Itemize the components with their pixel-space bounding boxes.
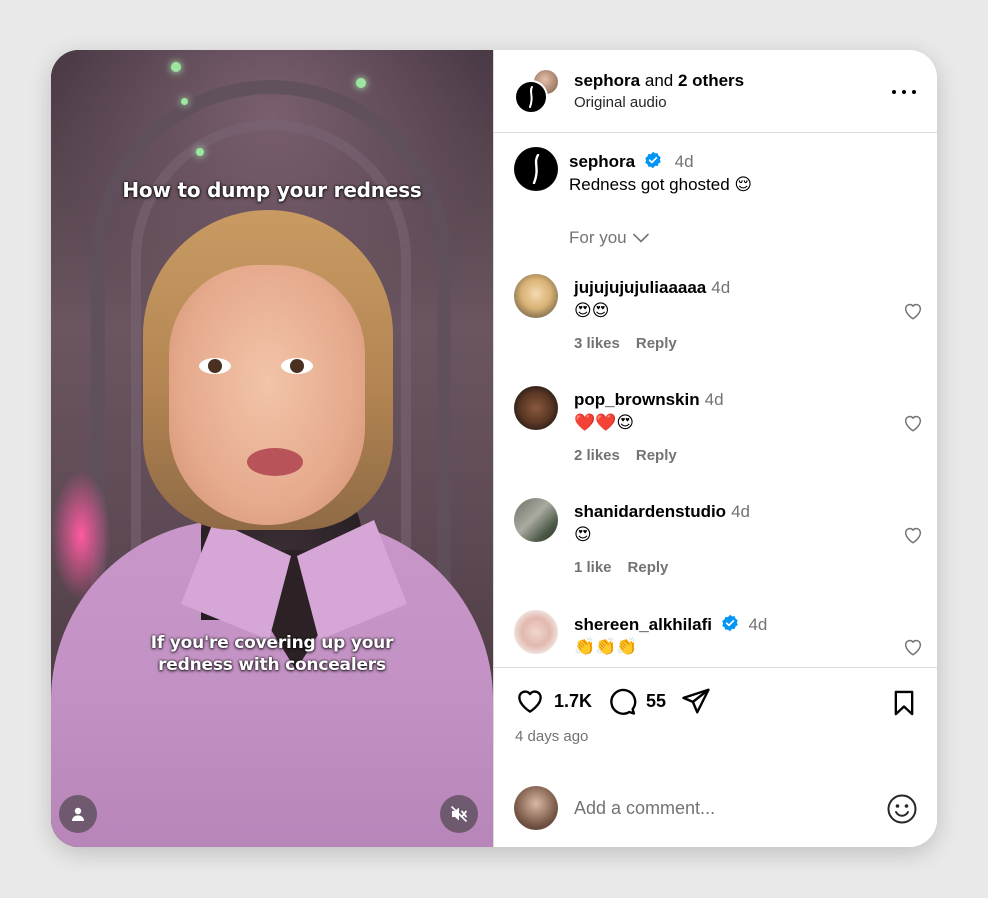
reply-button[interactable]: Reply: [636, 335, 677, 352]
chevron-down-icon: [632, 233, 649, 243]
light-decor: [196, 148, 204, 156]
user-icon: [72, 807, 84, 821]
paper-plane-icon[interactable]: [680, 686, 712, 716]
commenter-avatar[interactable]: [514, 386, 558, 430]
reply-button[interactable]: Reply: [636, 447, 677, 464]
comment-item: shanidardenstudio 4d 😍 1 like Reply: [514, 498, 924, 598]
post-author-username[interactable]: sephora: [569, 152, 635, 171]
comment-sort-label: For you: [569, 228, 627, 247]
comment-text: 👏👏👏: [574, 637, 638, 656]
comment-time: 4d: [748, 615, 768, 634]
commenter-username[interactable]: shanidardenstudio: [574, 502, 726, 521]
add-comment-bar: [514, 786, 918, 830]
sephora-logo-icon: [529, 86, 533, 108]
header-others-link[interactable]: 2 others: [678, 71, 744, 90]
heart-icon[interactable]: [902, 300, 924, 322]
light-decor: [171, 62, 181, 72]
comment-item: jujujujujuliaaaaa 4d 😍😍 3 likes Reply: [514, 274, 924, 374]
commenter-avatar[interactable]: [514, 498, 558, 542]
commenter-avatar[interactable]: [514, 274, 558, 318]
comment-item: shereen_alkhilafi 4d 👏👏👏: [514, 610, 924, 667]
comment-likes[interactable]: 3 likes: [574, 335, 620, 352]
light-decor: [181, 98, 188, 105]
collab-avatars[interactable]: [514, 68, 560, 114]
post-modal: How to dump your redness If you're cover…: [51, 50, 937, 847]
more-dots-icon-dot: [902, 90, 906, 94]
comment-text: 😍😍: [574, 301, 610, 320]
comment-sort-dropdown[interactable]: For you: [569, 228, 649, 248]
comment-likes[interactable]: 2 likes: [574, 447, 620, 464]
light-decor: [356, 78, 366, 88]
current-user-avatar[interactable]: [514, 786, 558, 830]
tagged-users-button[interactable]: [59, 795, 97, 833]
person-mouth: [247, 448, 303, 476]
person-eye-right: [281, 358, 313, 374]
commenter-avatar[interactable]: [514, 610, 558, 654]
post-author-avatar[interactable]: [514, 147, 558, 191]
emoji-smile-icon[interactable]: [886, 793, 918, 825]
sephora-avatar: [514, 80, 548, 114]
comment-text: ❤️❤️😍: [574, 413, 635, 432]
post-time: 4d: [674, 152, 694, 171]
video-caption-bottom: If you're covering up your redness with …: [150, 633, 394, 675]
header-account-name[interactable]: sephora: [574, 71, 640, 90]
post-details-panel: sephora and 2 others Original audio seph…: [493, 50, 937, 847]
comment-bubble-icon[interactable]: [606, 686, 638, 716]
comment-item: pop_brownskin 4d ❤️❤️😍 2 likes Reply: [514, 386, 924, 486]
heart-icon[interactable]: [514, 686, 546, 716]
more-dots-icon-dot: [912, 90, 916, 94]
person-eye-left: [199, 358, 231, 374]
comment-text: 😍: [574, 525, 592, 544]
heart-icon[interactable]: [902, 412, 924, 434]
person-face: [169, 265, 365, 525]
comment-time: 4d: [704, 390, 724, 409]
commenter-username[interactable]: pop_brownskin: [574, 390, 700, 409]
comment-time: 4d: [711, 278, 731, 297]
comment-time: 4d: [731, 502, 750, 521]
post-actions: 1.7K 55 4 days ago: [494, 667, 937, 847]
comment-input[interactable]: [574, 792, 864, 824]
bookmark-icon[interactable]: [890, 688, 918, 718]
commenter-username[interactable]: jujujujujuliaaaaa: [574, 278, 706, 297]
commenter-username[interactable]: shereen_alkhilafi: [574, 615, 712, 634]
verified-badge-icon: [722, 614, 738, 632]
reply-button[interactable]: Reply: [628, 559, 669, 576]
audio-link[interactable]: Original audio: [574, 94, 667, 111]
sephora-logo-icon: [532, 154, 540, 184]
mute-toggle-button[interactable]: [440, 795, 478, 833]
comment-likes[interactable]: 1 like: [574, 559, 612, 576]
reel-video[interactable]: How to dump your redness If you're cover…: [51, 50, 493, 847]
verified-badge-icon: [645, 151, 661, 169]
post-caption-text: Redness got ghosted 😌: [569, 175, 753, 194]
post-header: sephora and 2 others Original audio: [494, 50, 937, 133]
muted-speaker-icon: [451, 806, 467, 822]
post-timestamp[interactable]: 4 days ago: [515, 728, 588, 745]
video-caption-top: How to dump your redness: [122, 178, 422, 202]
more-options-button[interactable]: [892, 82, 916, 102]
header-accounts[interactable]: sephora and 2 others: [574, 71, 744, 91]
more-dots-icon: [892, 90, 896, 94]
heart-icon[interactable]: [902, 524, 924, 546]
heart-icon[interactable]: [902, 636, 924, 658]
header-and-text: and: [644, 71, 674, 90]
like-count[interactable]: 1.7K: [554, 691, 592, 712]
comment-count[interactable]: 55: [646, 691, 666, 712]
